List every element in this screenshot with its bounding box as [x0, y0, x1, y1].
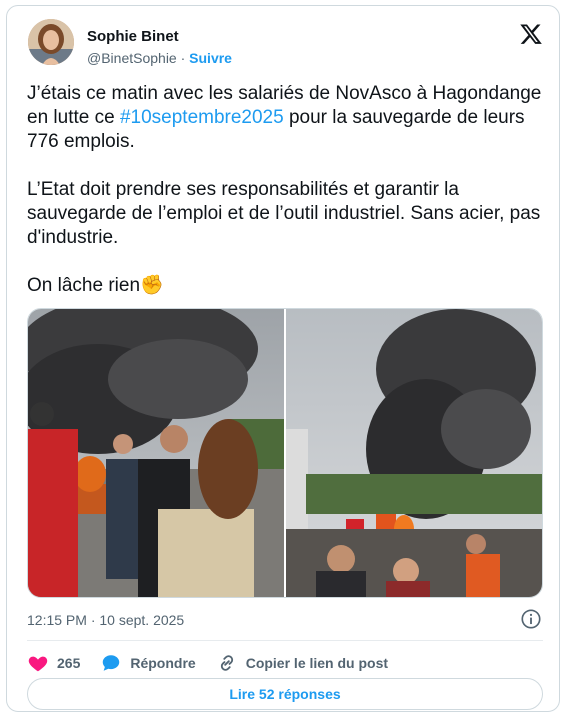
heart-icon	[28, 656, 48, 672]
hashtag-link[interactable]: #10septembre2025	[120, 107, 284, 128]
action-bar: 265 Répondre Copier le lien du post	[27, 650, 408, 676]
link-icon	[220, 655, 233, 671]
like-count: 265	[57, 655, 81, 671]
info-icon[interactable]	[520, 608, 542, 630]
tweet-text: J’étais ce matin avec les salariés de No…	[27, 82, 547, 298]
like-button[interactable]: 265	[27, 652, 80, 674]
meta-separator: ·	[176, 50, 190, 66]
tweet-paragraph-1: J’étais ce matin avec les salariés de No…	[27, 82, 547, 154]
reply-button[interactable]: Répondre	[100, 652, 196, 674]
divider	[27, 640, 543, 641]
photo-right[interactable]	[286, 309, 542, 597]
media-gallery	[27, 308, 543, 598]
author-meta: @BinetSophie · Suivre	[87, 50, 232, 66]
author-handle[interactable]: @BinetSophie	[87, 50, 177, 66]
avatar[interactable]	[28, 19, 74, 65]
tweet-card: Sophie Binet @BinetSophie · Suivre J’éta…	[6, 5, 560, 712]
copy-link-button[interactable]: Copier le lien du post	[216, 652, 388, 674]
follow-button[interactable]: Suivre	[189, 50, 232, 66]
tweet-paragraph-3: On lâche rien✊	[27, 274, 547, 298]
x-logo-icon[interactable]	[519, 22, 543, 46]
raised-fist-emoji: ✊	[140, 275, 164, 296]
author-name[interactable]: Sophie Binet	[87, 28, 179, 45]
reply-label: Répondre	[130, 655, 196, 671]
copy-link-label: Copier le lien du post	[245, 655, 389, 671]
read-replies-button[interactable]: Lire 52 réponses	[27, 678, 543, 710]
tweet-text-part: On lâche rien	[27, 275, 141, 296]
photo-left[interactable]	[28, 309, 284, 597]
post-timestamp[interactable]: 12:15 PM · 10 sept. 2025	[27, 612, 184, 628]
reply-bubble-icon	[103, 655, 120, 671]
tweet-paragraph-2: L’Etat doit prendre ses responsabilités …	[27, 179, 541, 248]
